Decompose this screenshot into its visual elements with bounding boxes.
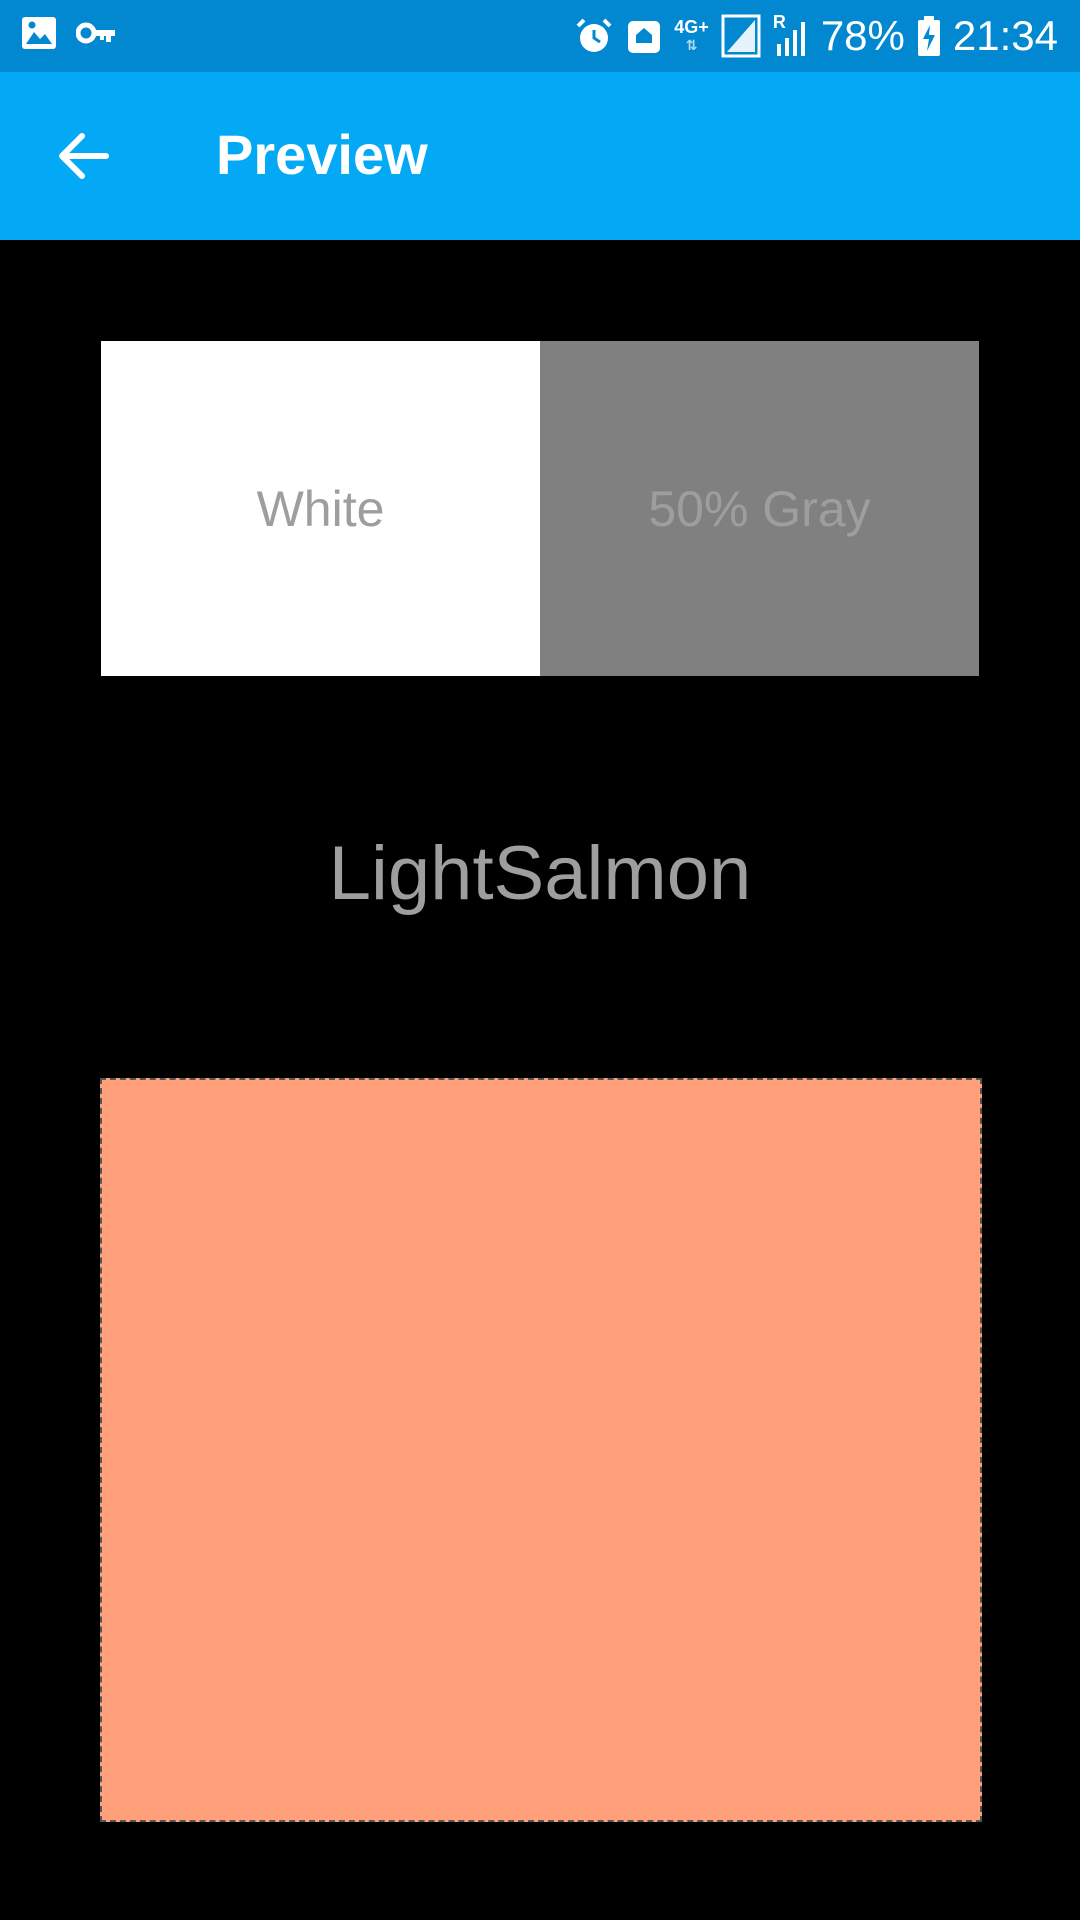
color-name: LightSalmon (328, 831, 752, 916)
data-arrows-icon: ⇅ (685, 37, 698, 53)
swatch-white-label: White (256, 480, 385, 537)
signal-icon (721, 14, 761, 58)
battery-charging-icon (917, 15, 941, 57)
battery-percentage: 78% (820, 12, 905, 59)
image-icon (20, 14, 58, 52)
swatch-gray: 50% Gray (540, 341, 979, 676)
key-icon (76, 14, 118, 52)
arrow-left-icon (59, 133, 109, 179)
contrast-swatches: White 50% Gray (101, 341, 979, 676)
back-button[interactable] (54, 126, 114, 186)
status-bar-left (20, 14, 118, 52)
network-label: 4G+ (674, 17, 709, 37)
color-preview (100, 1078, 982, 1822)
alarm-icon (574, 16, 614, 56)
status-bar-right: 4G+ ⇅ R 78% 21:34 (574, 10, 1058, 62)
home-signal-icon (626, 17, 662, 55)
page-title: Preview (216, 123, 428, 186)
swatch-gray-label: 50% Gray (648, 480, 871, 537)
status-time: 21:34 (952, 12, 1058, 59)
status-bar: 4G+ ⇅ R 78% 21:34 (0, 0, 1080, 72)
network-4g-icon: 4G+ ⇅ (674, 18, 709, 54)
app-bar: Preview (0, 72, 1080, 240)
swatch-white: White (101, 341, 540, 676)
roaming-label: R (772, 12, 786, 32)
roaming-signal-icon: R (772, 12, 809, 58)
